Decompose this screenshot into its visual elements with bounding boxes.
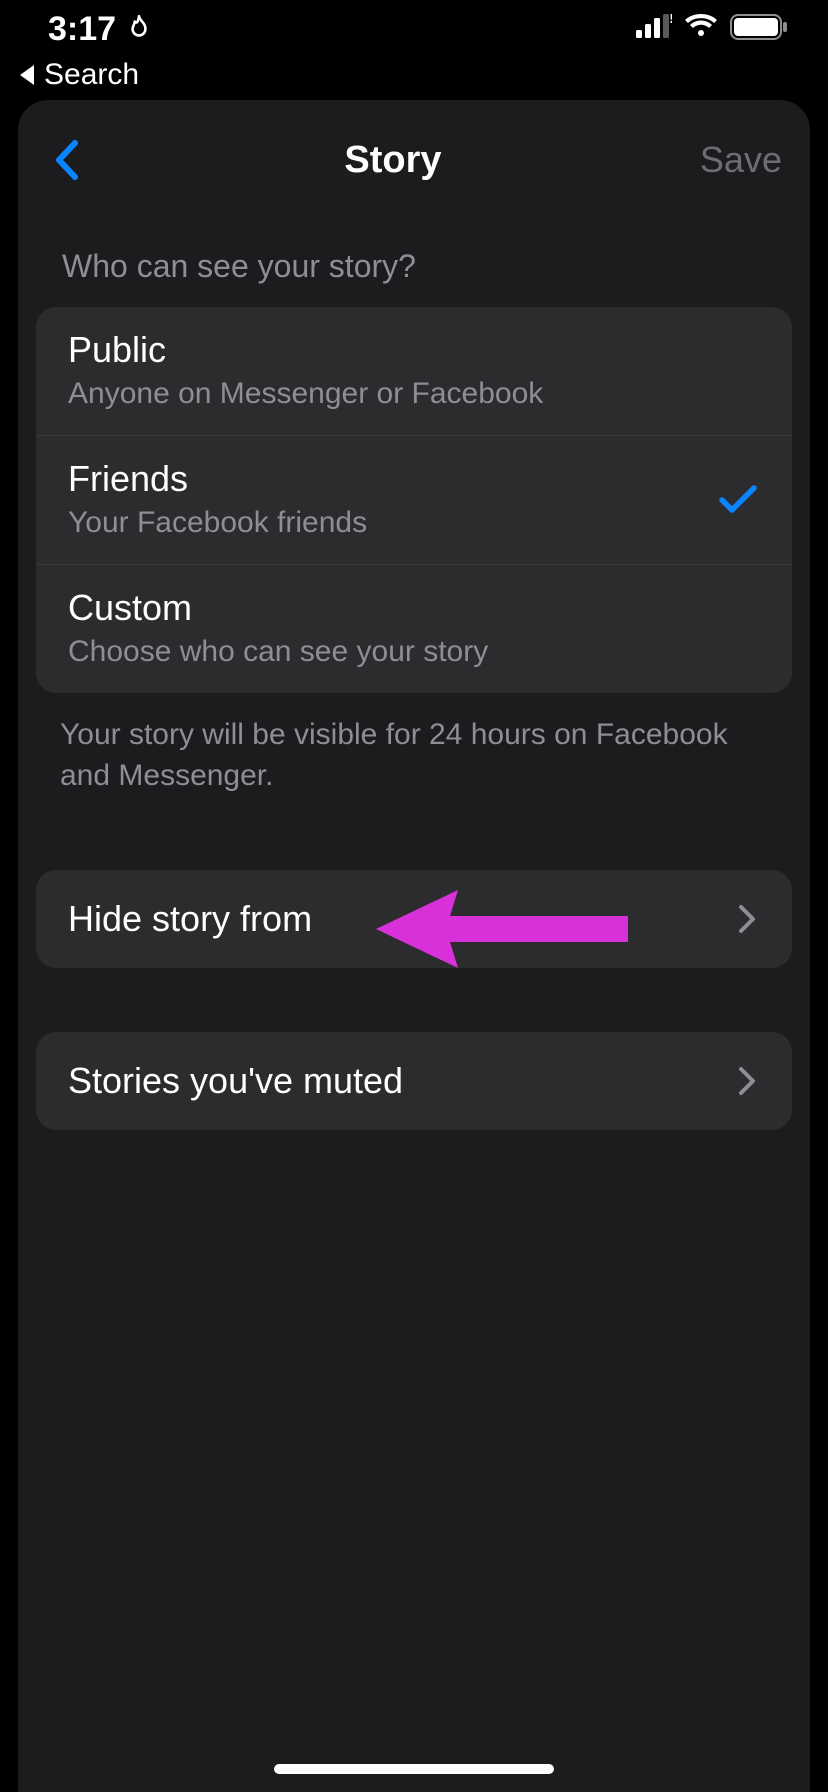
status-right: ! <box>636 10 788 49</box>
sheet-header: Story Save <box>18 124 810 196</box>
audience-options-card: Public Anyone on Messenger or Facebook F… <box>36 307 792 693</box>
flame-icon <box>126 14 152 44</box>
status-bar: 3:17 ! <box>0 0 828 58</box>
status-time: 3:17 <box>48 10 116 49</box>
back-button[interactable] <box>46 134 86 186</box>
option-friends[interactable]: Friends Your Facebook friends <box>36 435 792 564</box>
wifi-icon <box>684 10 718 49</box>
status-left: 3:17 <box>48 10 152 49</box>
option-subtitle: Your Facebook friends <box>68 506 716 540</box>
section-heading: Who can see your story? <box>18 196 810 307</box>
save-button[interactable]: Save <box>700 139 782 181</box>
nav-back-label: Search <box>44 58 139 92</box>
hide-story-from-row[interactable]: Hide story from <box>36 870 792 968</box>
svg-text:!: ! <box>669 14 672 27</box>
page-title: Story <box>344 139 441 182</box>
option-title: Custom <box>68 587 760 629</box>
row-label: Stories you've muted <box>68 1060 403 1102</box>
cellular-icon: ! <box>636 10 672 49</box>
nav-back-search[interactable]: Search <box>0 58 828 100</box>
back-triangle-icon <box>20 65 34 85</box>
option-title: Friends <box>68 458 716 500</box>
section-footer: Your story will be visible for 24 hours … <box>18 693 810 796</box>
option-custom[interactable]: Custom Choose who can see your story <box>36 564 792 693</box>
chevron-right-icon <box>734 901 760 937</box>
home-indicator[interactable] <box>274 1764 554 1774</box>
checkmark-icon <box>716 477 760 521</box>
battery-icon <box>730 10 788 49</box>
chevron-right-icon <box>734 1063 760 1099</box>
settings-sheet: Story Save Who can see your story? Publi… <box>18 100 810 1792</box>
option-subtitle: Anyone on Messenger or Facebook <box>68 377 760 411</box>
option-subtitle: Choose who can see your story <box>68 635 760 669</box>
option-title: Public <box>68 329 760 371</box>
stories-muted-row[interactable]: Stories you've muted <box>36 1032 792 1130</box>
option-public[interactable]: Public Anyone on Messenger or Facebook <box>36 307 792 435</box>
row-label: Hide story from <box>68 898 312 940</box>
